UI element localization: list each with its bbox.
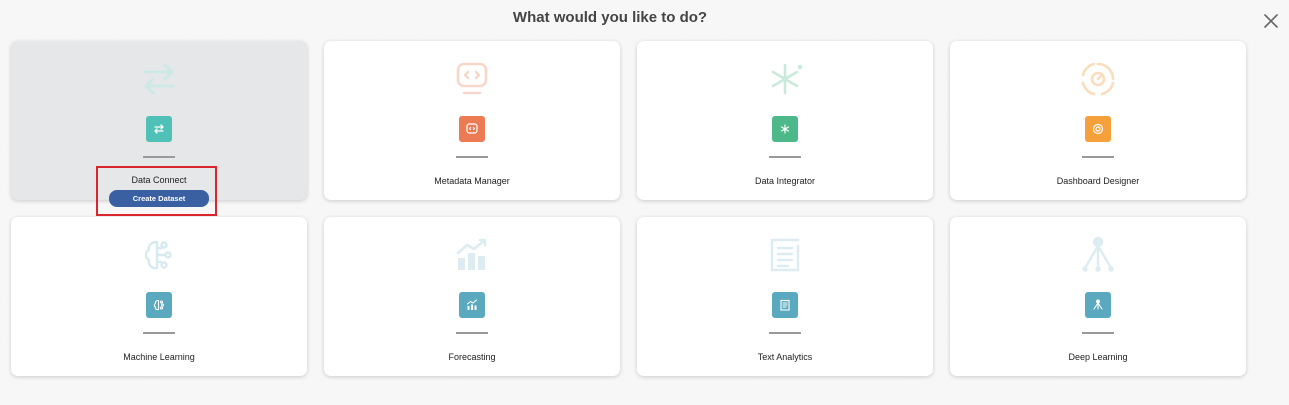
dialog-title: What would you like to do? <box>512 9 708 26</box>
card-divider <box>769 156 801 158</box>
arrows-exchange-small-icon <box>146 116 172 142</box>
card-divider <box>1082 332 1114 334</box>
card-label: Text Analytics <box>757 352 813 362</box>
card-label: Deep Learning <box>1068 352 1128 362</box>
card-label: Data Integrator <box>754 176 816 186</box>
card-dashboard-designer[interactable]: Dashboard Designer <box>950 41 1246 200</box>
chart-trend-icon <box>452 235 492 275</box>
document-text-icon <box>765 235 805 275</box>
monitor-code-icon <box>452 59 492 99</box>
brain-circuit-icon <box>139 235 179 275</box>
card-metadata-manager[interactable]: Metadata Manager <box>324 41 620 200</box>
card-data-integrator[interactable]: Data Integrator <box>637 41 933 200</box>
target-icon <box>1078 59 1118 99</box>
close-icon[interactable] <box>1262 12 1280 30</box>
create-dataset-button[interactable]: Create Dataset <box>109 190 209 207</box>
card-label: Forecasting <box>448 352 496 362</box>
chart-trend-small-icon <box>459 292 485 318</box>
card-divider <box>143 332 175 334</box>
card-divider <box>143 156 175 158</box>
card-label: Dashboard Designer <box>1056 176 1140 186</box>
asterisk-icon <box>765 59 805 99</box>
card-label: Data Connect <box>131 175 187 185</box>
target-small-icon <box>1085 116 1111 142</box>
asterisk-small-icon <box>772 116 798 142</box>
card-divider <box>769 332 801 334</box>
card-deep-learning[interactable]: Deep Learning <box>950 217 1246 376</box>
card-label: Metadata Manager <box>434 176 510 186</box>
arrows-exchange-icon <box>139 59 179 99</box>
brain-circuit-small-icon <box>146 292 172 318</box>
card-divider <box>456 156 488 158</box>
card-data-connect[interactable]: Data Connect Create Dataset <box>11 41 307 207</box>
card-text-analytics[interactable]: Text Analytics <box>637 217 933 376</box>
monitor-code-small-icon <box>459 116 485 142</box>
network-tree-icon <box>1078 235 1118 275</box>
network-tree-small-icon <box>1085 292 1111 318</box>
card-divider <box>456 332 488 334</box>
card-forecasting[interactable]: Forecasting <box>324 217 620 376</box>
card-machine-learning[interactable]: Machine Learning <box>11 217 307 376</box>
document-text-small-icon <box>772 292 798 318</box>
card-divider <box>1082 156 1114 158</box>
card-label: Machine Learning <box>123 352 195 362</box>
